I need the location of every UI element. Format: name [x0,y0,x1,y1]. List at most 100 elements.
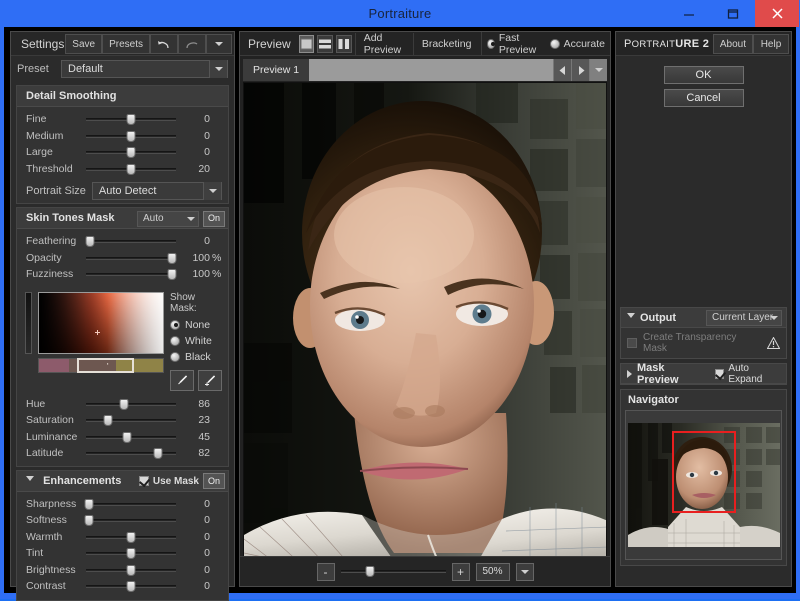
slider-track-area[interactable] [86,429,176,445]
skin-mask-mode-dropdown[interactable]: Auto [137,210,199,227]
quality-option-accurate[interactable]: Accurate [545,38,610,50]
add-preview-button[interactable]: Add Preview [354,32,413,56]
slider-row[interactable]: Tint 0 [17,545,228,562]
about-button[interactable]: About [712,34,753,54]
slider-knob[interactable] [85,236,95,248]
output-target-arrow[interactable] [767,312,780,324]
slider-track-area[interactable] [86,128,176,144]
output-header[interactable]: Output Current Layer [621,308,786,328]
slider-track-area[interactable] [85,233,176,249]
slider-row[interactable]: Warmth 0 [17,529,228,546]
zoom-slider-knob[interactable] [365,565,375,577]
slider-row[interactable]: Fuzziness 100 % [17,266,228,283]
close-button[interactable] [755,0,799,27]
slider-knob[interactable] [126,163,136,175]
slider-track-area[interactable] [84,496,176,512]
preset-dropdown-arrow[interactable] [209,60,227,78]
navigator-view-rect[interactable] [671,431,736,513]
zoom-preset-dropdown[interactable] [515,562,534,581]
transparency-mask-row[interactable]: Create Transparency Mask [621,328,786,358]
radio-option-none[interactable]: None [170,317,222,333]
navigator-thumbnail[interactable] [627,423,780,547]
slider-row[interactable]: Brightness 0 [17,562,228,579]
undo-button[interactable] [150,34,178,54]
mask-preview-header[interactable]: Mask Preview Auto Expand [621,362,786,386]
eyedropper-add-button[interactable] [198,369,222,391]
slider-track-area[interactable] [86,144,176,160]
slider-knob[interactable] [84,498,94,510]
slider-row[interactable]: Feathering 0 [17,233,228,250]
slider-track-area[interactable] [86,562,176,578]
preset-dropdown[interactable]: Default [61,60,228,78]
radio-icon[interactable] [170,335,180,346]
slider-row[interactable]: Saturation 23 [17,412,228,429]
slider-row[interactable]: Large 0 [17,144,228,161]
slider-row[interactable]: Hue 86 [17,396,228,413]
radio-icon[interactable] [549,38,560,49]
slider-track-area[interactable] [86,578,176,594]
enhancements-toggle[interactable]: On [203,473,225,489]
radio-icon[interactable] [487,38,496,49]
warning-badge[interactable] [766,336,781,349]
checkbox-icon[interactable] [138,476,149,486]
quality-option-fast[interactable]: Fast Preview [481,31,544,56]
slider-knob[interactable] [84,515,94,527]
prev-preview-button[interactable] [553,59,571,81]
portrait-size-dropdown-arrow[interactable] [203,182,221,200]
redo-button[interactable] [178,34,206,54]
next-preview-button[interactable] [571,59,589,81]
maximize-button[interactable] [711,0,755,27]
navigator-box[interactable] [625,410,782,560]
hue-range-selection[interactable] [77,357,135,373]
auto-expand-checkbox[interactable]: Auto Expand [714,363,782,385]
slider-track-area[interactable] [84,512,176,528]
view-mode-split-vertical-button[interactable] [335,34,352,53]
slider-knob[interactable] [126,564,136,576]
slider-track-area[interactable] [86,396,176,412]
slider-row[interactable]: Latitude 82 [17,445,228,462]
skin-tones-mask-toggle[interactable]: On [203,210,225,227]
checkbox-icon[interactable] [627,338,637,348]
radio-icon[interactable] [170,351,180,362]
slider-knob[interactable] [119,398,129,410]
portrait-size-dropdown[interactable]: Auto Detect [91,182,222,200]
collapse-triangle-icon[interactable] [627,313,635,322]
expand-triangle-icon[interactable] [627,369,632,378]
slider-track-area[interactable] [86,445,176,461]
view-mode-split-horizontal-button[interactable] [316,34,333,53]
slider-knob[interactable] [126,114,136,126]
slider-knob[interactable] [126,531,136,543]
presets-button[interactable]: Presets [102,34,150,54]
use-mask-checkbox[interactable]: Use Mask [138,471,199,492]
zoom-out-button[interactable]: - [316,562,335,581]
preview-image[interactable] [243,82,607,564]
slider-track-area[interactable] [86,111,176,127]
color-gradient-field[interactable] [37,291,164,354]
view-mode-single-button[interactable] [298,34,314,53]
slider-knob[interactable] [126,130,136,142]
skin-mask-mode-arrow[interactable] [184,213,197,225]
output-target-dropdown[interactable]: Current Layer [706,309,782,326]
collapse-triangle-icon[interactable] [26,476,34,485]
ok-button[interactable]: OK [663,66,744,84]
slider-track-area[interactable] [86,529,176,545]
radio-option-white[interactable]: White [170,333,222,349]
zoom-in-button[interactable]: + [451,562,470,581]
hue-range-strip[interactable] [37,357,164,373]
slider-track-area[interactable] [86,266,177,282]
slider-knob[interactable] [126,581,136,593]
slider-knob[interactable] [126,548,136,560]
preview-menu-button[interactable] [589,59,607,81]
slider-row[interactable]: Medium 0 [17,128,228,145]
slider-knob[interactable] [153,448,163,460]
slider-row[interactable]: Luminance 45 [17,429,228,446]
eyedropper-button[interactable] [170,369,194,391]
preview-tab[interactable]: Preview 1 [243,59,310,81]
bracketing-button[interactable]: Bracketing [412,32,480,55]
slider-row[interactable]: Contrast 0 [17,578,228,595]
save-button[interactable]: Save [65,34,103,54]
minimize-button[interactable] [667,0,711,27]
cancel-button[interactable]: Cancel [663,89,744,107]
radio-option-black[interactable]: Black [170,349,222,365]
slider-track-area[interactable] [86,161,176,177]
